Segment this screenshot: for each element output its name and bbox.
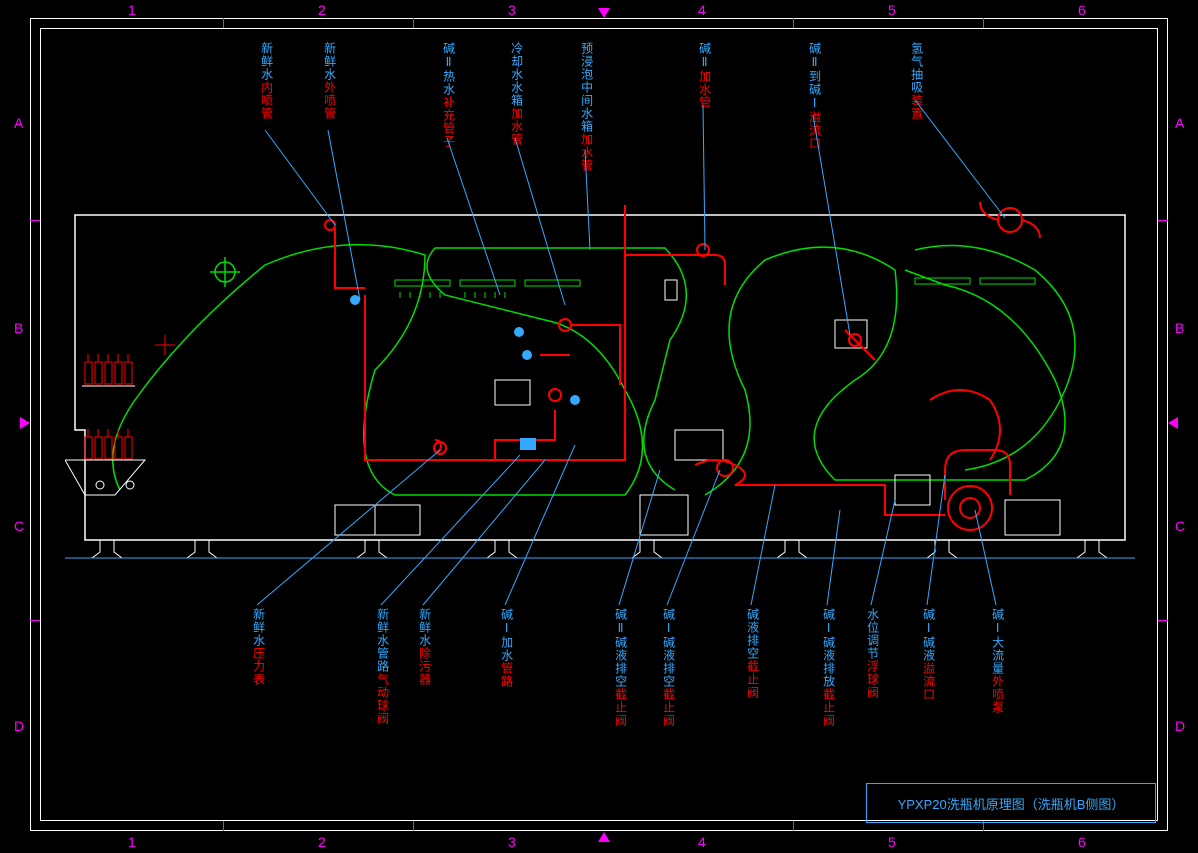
schematic-diagram: [65, 200, 1135, 560]
center-arrow-icon: [1168, 417, 1178, 429]
frame-tick: [793, 821, 794, 831]
frame-tick: [30, 220, 40, 221]
annotation-bottom: 碱Ⅱ碱液排空截止阀: [612, 608, 628, 727]
frame-tick: [413, 18, 414, 28]
frame-tick: [793, 18, 794, 28]
col-num: 6: [1078, 834, 1086, 850]
annotation-bottom: 碱Ⅰ碱液溢流口: [920, 608, 936, 701]
annotation-top: 氢气抽吸装置: [908, 42, 924, 120]
annotation-bottom: 碱Ⅰ大流量外喷泵: [989, 608, 1005, 714]
annotation-bottom: 碱Ⅰ加水管路: [498, 608, 514, 688]
col-num: 1: [128, 834, 136, 850]
col-num: 4: [698, 834, 706, 850]
row-let: D: [14, 718, 24, 734]
annotation-top: 预浸泡中间水箱加水管: [578, 42, 594, 172]
annotation-top: 冷却水水箱加水管: [508, 42, 524, 146]
annotation-bottom: 碱液排空截止阀: [744, 608, 760, 699]
annotation-top: 碱Ⅱ加水管: [696, 42, 712, 109]
row-let: B: [1175, 320, 1184, 336]
col-num: 4: [698, 2, 706, 18]
row-let: D: [1175, 718, 1185, 734]
annotation-top: 碱Ⅱ热水补充管子: [440, 42, 456, 148]
frame-tick: [223, 821, 224, 831]
annotation-bottom: 新鲜水压力表: [250, 608, 266, 686]
center-arrow-icon: [20, 417, 30, 429]
frame-tick: [223, 18, 224, 28]
frame-tick: [983, 18, 984, 28]
col-num: 5: [888, 834, 896, 850]
annotation-bottom: 新鲜水管路气动球阀: [374, 608, 390, 725]
row-let: C: [14, 518, 24, 534]
annotation-top: 新鲜水内喷管: [258, 42, 274, 120]
center-arrow-icon: [598, 832, 610, 842]
col-num: 2: [318, 2, 326, 18]
col-num: 3: [508, 2, 516, 18]
annotation-bottom: 碱Ⅰ碱液排放截止阀: [820, 608, 836, 727]
annotation-top: 新鲜水外喷管: [321, 42, 337, 120]
frame-tick: [413, 821, 414, 831]
title-block: YPXP20洗瓶机原理图（洗瓶机B侧图）: [866, 783, 1156, 823]
col-num: 3: [508, 834, 516, 850]
frame-tick: [30, 620, 40, 621]
annotation-bottom: 水位调节浮球阀: [864, 608, 880, 699]
row-let: A: [1175, 115, 1184, 131]
row-let: A: [14, 115, 23, 131]
annotation-bottom: 碱Ⅰ碱液排空截止阀: [660, 608, 676, 727]
frame-tick: [1158, 620, 1168, 621]
frame-tick: [1158, 220, 1168, 221]
col-num: 5: [888, 2, 896, 18]
center-arrow-icon: [598, 8, 610, 18]
col-num: 2: [318, 834, 326, 850]
row-let: B: [14, 320, 23, 336]
annotation-bottom: 新鲜水除污器: [416, 608, 432, 686]
annotation-top: 碱Ⅱ到碱Ⅰ溢流口: [806, 42, 822, 150]
col-num: 6: [1078, 2, 1086, 18]
row-let: C: [1175, 518, 1185, 534]
col-num: 1: [128, 2, 136, 18]
